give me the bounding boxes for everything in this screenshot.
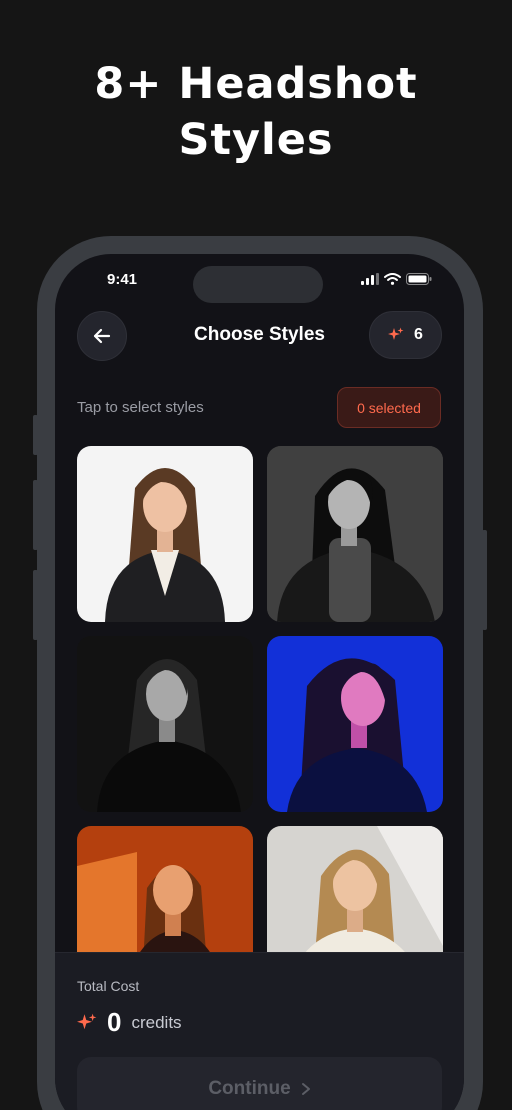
style-card-bw-dark[interactable] [77,636,253,812]
total-cost-unit: credits [131,1012,182,1032]
status-icons [361,273,432,285]
portrait-white-studio [105,468,225,622]
credits-balance-chip[interactable]: 6 [369,311,442,359]
continue-label: Continue [208,1078,291,1099]
status-time: 9:41 [107,271,138,288]
bottom-panel: Total Cost 0 credits Continue [55,952,464,1110]
headline-line-2: Styles [178,115,334,165]
sparkle-icon [77,1013,97,1029]
credits-count: 6 [414,326,423,343]
promo-headline: 8+ Headshot Styles [0,56,512,168]
wifi-icon [384,273,401,285]
selected-count-badge: 0 selected [337,387,441,428]
signal-icon [361,273,379,285]
style-card-monochrome[interactable] [267,446,443,622]
total-cost-row: 0 credits [77,1007,182,1038]
portrait-bw-dark [97,659,241,812]
battery-icon [406,273,432,285]
phone-screen: 9:41 Choose Styles 6 Tap to select style… [55,254,464,1110]
portrait-neon-blue [287,658,427,812]
chevron-right-icon [301,1083,310,1095]
sparkle-icon [388,327,404,340]
style-card-white-studio[interactable] [77,446,253,622]
total-cost-value: 0 [107,1007,122,1037]
dynamic-island [193,266,323,303]
headline-line-1: 8+ Headshot [94,59,418,109]
select-hint: Tap to select styles [77,399,204,416]
continue-button[interactable]: Continue [77,1057,442,1110]
total-cost-label: Total Cost [77,978,140,994]
style-card-neon-blue[interactable] [267,636,443,812]
portrait-monochrome [267,446,443,622]
